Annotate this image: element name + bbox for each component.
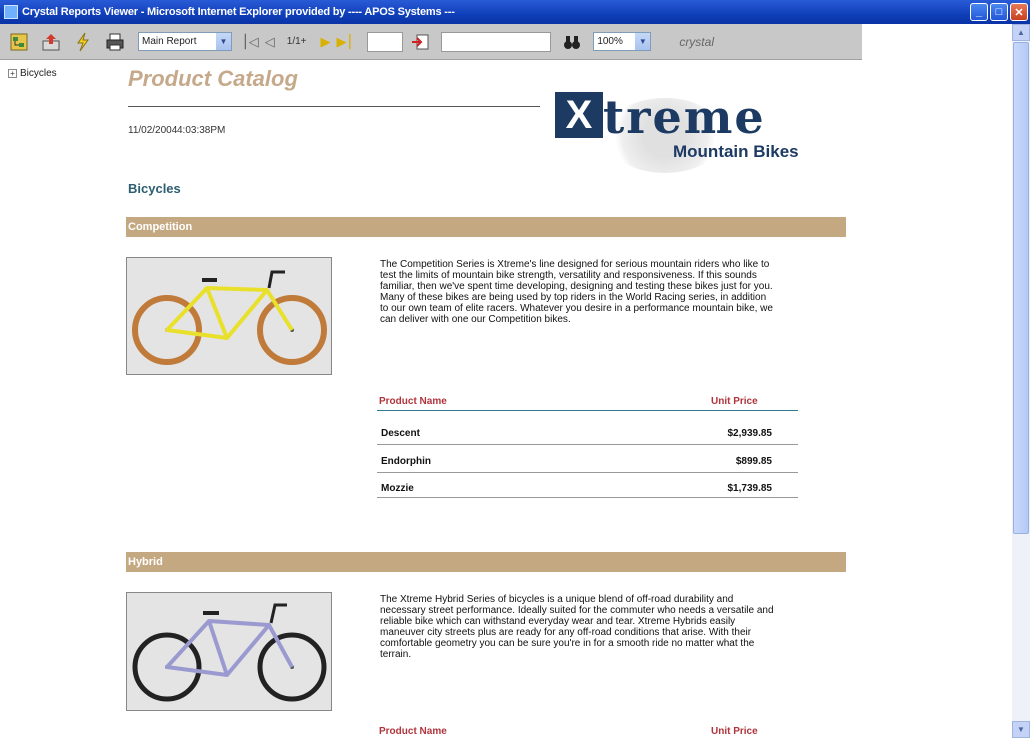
- row-divider: [377, 497, 798, 498]
- table-row-price: $899.85: [735, 456, 772, 467]
- print-button[interactable]: [102, 29, 128, 55]
- lightning-icon: [77, 32, 89, 51]
- window-title: Crystal Reports Viewer - Microsoft Inter…: [22, 6, 455, 18]
- column-header-product-name: Product Name: [379, 726, 447, 737]
- chevron-down-icon: ▼: [635, 33, 651, 50]
- zoom-selector[interactable]: 100% ▼: [593, 32, 652, 51]
- xtreme-logo: X treme Mountain Bikes: [555, 78, 845, 178]
- search-button[interactable]: [559, 29, 585, 55]
- print-time: 4:03:38PM: [177, 125, 226, 136]
- table-row-price: $2,939.85: [727, 428, 773, 439]
- zoom-value: 100%: [597, 36, 623, 47]
- maximize-button[interactable]: □: [990, 3, 1008, 21]
- page-indicator: 1/1+: [286, 36, 307, 47]
- report-toolbar: Main Report ▼ ⎮◁ ◁ 1/1+ ▶ ▶⎮ 100% ▼ crys…: [0, 24, 862, 60]
- expand-icon[interactable]: +: [8, 69, 17, 78]
- column-header-unit-price: Unit Price: [711, 396, 758, 407]
- title-divider: [128, 106, 540, 107]
- binoculars-icon: [564, 35, 581, 49]
- bike-photo-competition: [126, 257, 332, 375]
- first-page-button[interactable]: ⎮◁: [242, 34, 259, 50]
- hybrid-bike-image: [127, 593, 331, 710]
- group-tree-item-bicycles[interactable]: + Bicycles: [8, 68, 57, 79]
- scroll-thumb[interactable]: [1013, 42, 1029, 534]
- report-selector-value: Main Report: [142, 36, 197, 47]
- close-button[interactable]: ✕: [1010, 3, 1028, 21]
- logo-wordmark: treme: [603, 90, 766, 144]
- crystal-logo: crystal: [679, 34, 714, 49]
- group-header-hybrid[interactable]: Hybrid: [126, 552, 846, 572]
- scroll-down-button[interactable]: ▼: [1012, 721, 1030, 738]
- group-tree-icon: [10, 33, 28, 50]
- column-header-unit-price: Unit Price: [711, 726, 758, 737]
- goto-page-input[interactable]: [367, 31, 404, 52]
- window-title-bar[interactable]: Crystal Reports Viewer - Microsoft Inter…: [0, 0, 1030, 24]
- row-divider: [377, 472, 798, 473]
- export-button[interactable]: [38, 29, 64, 55]
- column-header-product-name: Product Name: [379, 396, 447, 407]
- scroll-up-button[interactable]: ▲: [1012, 24, 1030, 41]
- minimize-button[interactable]: _: [970, 3, 988, 21]
- refresh-button[interactable]: [70, 29, 96, 55]
- group-header-competition[interactable]: Competition: [126, 217, 846, 237]
- logo-subtitle: Mountain Bikes: [673, 142, 799, 161]
- group-tree-label: Bicycles: [20, 68, 57, 79]
- report-selector[interactable]: Main Report ▼: [138, 32, 232, 51]
- ie-app-icon: [4, 5, 18, 19]
- logo-x-box: X: [555, 92, 603, 138]
- vertical-scrollbar[interactable]: ▲ ▼: [1012, 24, 1030, 738]
- header-divider: [377, 410, 798, 411]
- report-title: Product Catalog: [128, 66, 298, 91]
- goto-arrow-icon: [412, 34, 429, 49]
- section-title: Bicycles: [128, 181, 181, 196]
- table-row-price: $1,739.85: [727, 483, 773, 494]
- table-row-name: Mozzie: [381, 483, 414, 494]
- print-date: 11/02/2004: [128, 125, 178, 136]
- next-page-button[interactable]: ▶: [321, 34, 331, 50]
- previous-page-button[interactable]: ◁: [265, 34, 275, 50]
- search-input[interactable]: [441, 31, 552, 52]
- export-icon: [42, 33, 60, 50]
- printer-icon: [106, 33, 124, 50]
- row-divider: [377, 444, 798, 445]
- chevron-down-icon: ▼: [216, 33, 231, 50]
- toggle-group-tree-button[interactable]: [6, 29, 32, 55]
- goto-page-button[interactable]: [407, 29, 433, 55]
- mountain-bike-image: [127, 258, 331, 374]
- bike-photo-hybrid: [126, 592, 332, 711]
- table-row-name: Descent: [381, 428, 420, 439]
- last-page-button[interactable]: ▶⎮: [337, 34, 354, 50]
- table-row-name: Endorphin: [381, 456, 431, 467]
- group-description-competition: The Competition Series is Xtreme's line …: [380, 259, 773, 325]
- group-description-hybrid: The Xtreme Hybrid Series of bicycles is …: [380, 594, 774, 660]
